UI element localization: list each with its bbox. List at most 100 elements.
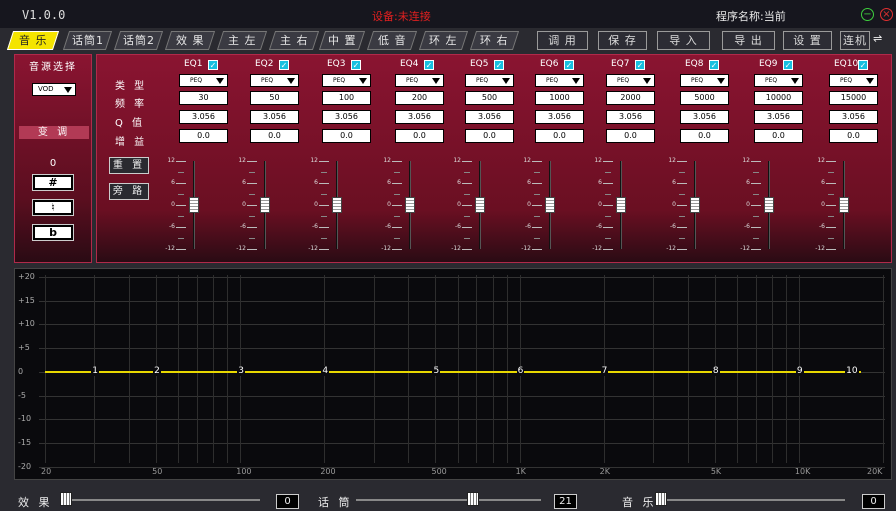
bypass-button[interactable]: 旁 路 (109, 183, 149, 200)
eq-q-input-4[interactable]: 3.056 (465, 110, 514, 124)
tab-action-1[interactable]: 保 存 (598, 31, 647, 50)
eq-freq-input-8[interactable]: 10000 (754, 91, 803, 105)
mic-volume-thumb[interactable] (467, 492, 479, 506)
eq-type-select-4[interactable]: PEQ (465, 74, 514, 87)
eq-gain-input-0[interactable]: 0.0 (179, 129, 228, 143)
eq-type-select-7[interactable]: PEQ (680, 74, 729, 87)
eq-enable-checkbox-1[interactable]: ✓ (279, 60, 289, 70)
tab-section-2[interactable]: 话筒2 (113, 31, 164, 50)
tab-section-7[interactable]: 低 音 (366, 31, 418, 50)
eq-gain-input-9[interactable]: 0.0 (829, 129, 878, 143)
eq-type-select-0[interactable]: PEQ (179, 74, 228, 87)
eq-gain-input-5[interactable]: 0.0 (535, 129, 584, 143)
eq-gain-input-2[interactable]: 0.0 (322, 129, 371, 143)
eq-enable-checkbox-5[interactable]: ✓ (564, 60, 574, 70)
eq-freq-input-7[interactable]: 5000 (680, 91, 729, 105)
eq-freq-input-4[interactable]: 500 (465, 91, 514, 105)
mic-volume-track[interactable] (356, 499, 541, 501)
eq-gain-slider-thumb-8[interactable] (764, 197, 774, 213)
eq-q-input-1[interactable]: 3.056 (250, 110, 299, 124)
tab-action-5[interactable]: 连机 (840, 31, 870, 50)
tab-action-4[interactable]: 设 置 (783, 31, 832, 50)
eq-freq-input-0[interactable]: 30 (179, 91, 228, 105)
eq-point-2[interactable]: 3 (237, 366, 245, 376)
eq-gain-slider-thumb-5[interactable] (545, 197, 555, 213)
eq-point-9[interactable]: 10 (845, 366, 859, 376)
eq-q-input-9[interactable]: 3.056 (829, 110, 878, 124)
eq-gain-slider-thumb-7[interactable] (690, 197, 700, 213)
eq-point-0[interactable]: 1 (91, 366, 99, 376)
eq-freq-input-3[interactable]: 200 (395, 91, 444, 105)
eq-type-select-8[interactable]: PEQ (754, 74, 803, 87)
eq-enable-checkbox-8[interactable]: ✓ (783, 60, 793, 70)
eq-enable-checkbox-0[interactable]: ✓ (208, 60, 218, 70)
eq-gain-slider-thumb-2[interactable] (332, 197, 342, 213)
eq-enable-checkbox-7[interactable]: ✓ (709, 60, 719, 70)
eq-q-input-2[interactable]: 3.056 (322, 110, 371, 124)
eq-q-input-6[interactable]: 3.056 (606, 110, 655, 124)
eq-freq-input-1[interactable]: 50 (250, 91, 299, 105)
eq-q-input-0[interactable]: 3.056 (179, 110, 228, 124)
eq-type-select-5[interactable]: PEQ (535, 74, 584, 87)
eq-type-select-3[interactable]: PEQ (395, 74, 444, 87)
eq-point-1[interactable]: 2 (153, 366, 161, 376)
usb-icon[interactable]: ⇌ (873, 32, 882, 45)
eq-gain-slider-thumb-4[interactable] (475, 197, 485, 213)
music-volume-track[interactable] (655, 499, 845, 501)
eq-type-select-9[interactable]: PEQ (829, 74, 878, 87)
eq-enable-checkbox-9[interactable]: ✓ (858, 60, 868, 70)
eq-freq-input-5[interactable]: 1000 (535, 91, 584, 105)
tab-section-4[interactable]: 主 左 (216, 31, 268, 50)
tab-section-0[interactable]: 音 乐 (6, 31, 60, 50)
eq-gain-input-6[interactable]: 0.0 (606, 129, 655, 143)
eq-enable-checkbox-4[interactable]: ✓ (494, 60, 504, 70)
eq-type-select-6[interactable]: PEQ (606, 74, 655, 87)
eq-gain-input-7[interactable]: 0.0 (680, 129, 729, 143)
eq-q-input-7[interactable]: 3.056 (680, 110, 729, 124)
eq-point-6[interactable]: 7 (600, 366, 609, 376)
eq-gain-input-4[interactable]: 0.0 (465, 129, 514, 143)
tab-action-0[interactable]: 调 用 (537, 31, 588, 50)
eq-enable-checkbox-2[interactable]: ✓ (351, 60, 361, 70)
close-icon[interactable]: × (880, 8, 893, 21)
minimize-icon[interactable]: − (861, 8, 874, 21)
eq-q-input-3[interactable]: 3.056 (395, 110, 444, 124)
eq-gain-input-1[interactable]: 0.0 (250, 129, 299, 143)
eq-type-select-2[interactable]: PEQ (322, 74, 371, 87)
eq-freq-input-2[interactable]: 100 (322, 91, 371, 105)
tab-section-5[interactable]: 主 右 (268, 31, 320, 50)
source-select[interactable]: VOD (32, 83, 76, 96)
tab-action-2[interactable]: 导 入 (657, 31, 710, 50)
effect-volume-thumb[interactable] (60, 492, 72, 506)
eq-point-4[interactable]: 5 (432, 366, 441, 376)
eq-freq-input-6[interactable]: 2000 (606, 91, 655, 105)
eq-gain-slider-thumb-1[interactable] (260, 197, 270, 213)
tab-section-6[interactable]: 中 置 (318, 31, 366, 50)
flat-button[interactable]: b (33, 225, 73, 240)
eq-enable-checkbox-3[interactable]: ✓ (424, 60, 434, 70)
eq-gain-slider-thumb-9[interactable] (839, 197, 849, 213)
effect-volume-track[interactable] (60, 499, 260, 501)
natural-button[interactable]: ♮ (33, 200, 73, 215)
eq-gain-slider-thumb-0[interactable] (189, 197, 199, 213)
eq-freq-input-9[interactable]: 15000 (829, 91, 878, 105)
eq-point-5[interactable]: 6 (516, 366, 525, 376)
tab-action-3[interactable]: 导 出 (722, 31, 775, 50)
eq-gain-input-8[interactable]: 0.0 (754, 129, 803, 143)
eq-point-3[interactable]: 4 (321, 366, 330, 376)
eq-point-7[interactable]: 8 (711, 366, 720, 376)
reset-button[interactable]: 重 置 (109, 157, 149, 174)
music-volume-thumb[interactable] (655, 492, 667, 506)
tab-section-8[interactable]: 环 左 (418, 31, 469, 50)
eq-gain-input-3[interactable]: 0.0 (395, 129, 444, 143)
eq-gain-slider-thumb-6[interactable] (616, 197, 626, 213)
tab-section-9[interactable]: 环 右 (469, 31, 520, 50)
tab-section-3[interactable]: 效 果 (164, 31, 216, 50)
eq-q-input-8[interactable]: 3.056 (754, 110, 803, 124)
eq-type-select-1[interactable]: PEQ (250, 74, 299, 87)
eq-point-8[interactable]: 9 (795, 366, 804, 376)
eq-q-input-5[interactable]: 3.056 (535, 110, 584, 124)
eq-enable-checkbox-6[interactable]: ✓ (635, 60, 645, 70)
eq-gain-slider-thumb-3[interactable] (405, 197, 415, 213)
sharp-button[interactable]: # (33, 175, 73, 190)
